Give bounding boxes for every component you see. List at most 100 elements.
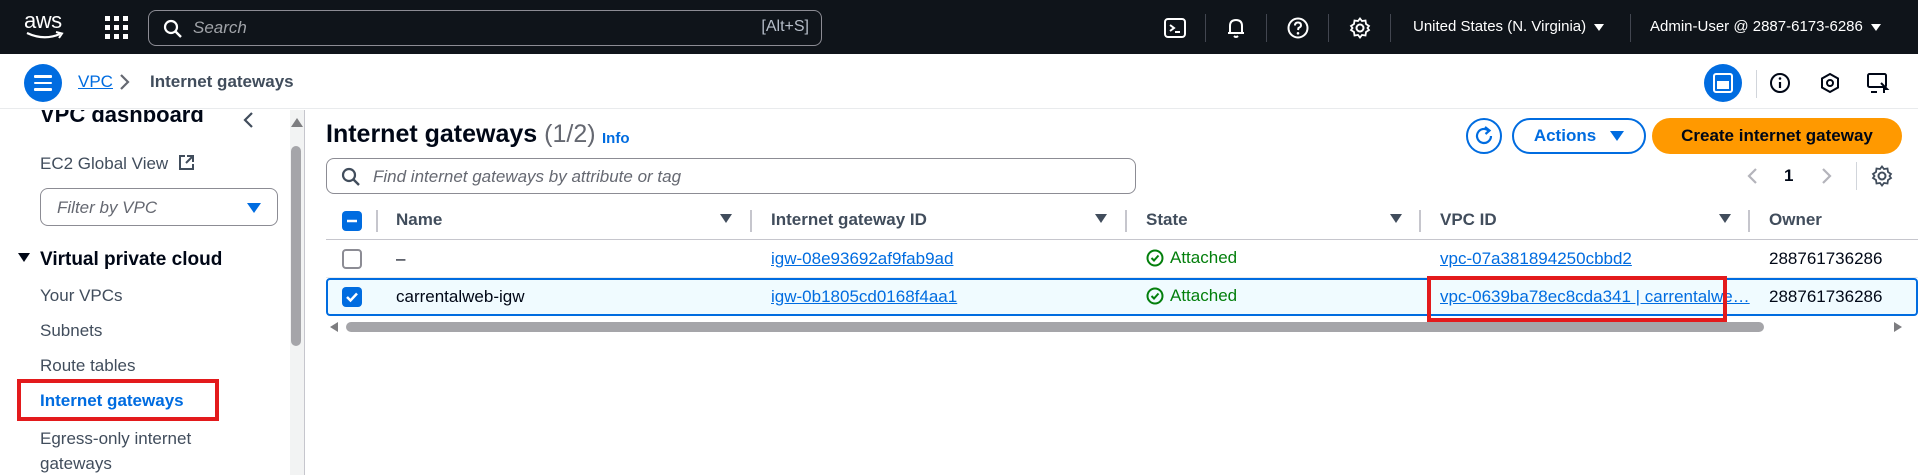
column-header-owner[interactable]: Owner xyxy=(1769,210,1822,230)
column-header-name[interactable]: Name xyxy=(396,210,442,230)
row-checkbox[interactable] xyxy=(342,249,362,269)
cloudshell-icon[interactable] xyxy=(1163,16,1187,40)
sort-caret-icon[interactable] xyxy=(1390,214,1402,223)
cell-internet-gateway-id-link[interactable]: igw-0b1805cd0168f4aa1 xyxy=(771,287,957,307)
nav-separator xyxy=(1328,14,1329,42)
nav-separator xyxy=(1205,14,1206,42)
side-navigation-toggle[interactable] xyxy=(24,64,62,102)
sidebar-item-subnets[interactable]: Subnets xyxy=(40,321,102,341)
pagination-previous-icon[interactable] xyxy=(1746,166,1760,186)
pagination-next-icon[interactable] xyxy=(1820,166,1834,186)
breadcrumb-bar: VPC Internet gateways xyxy=(0,54,1918,109)
success-check-icon xyxy=(1146,287,1164,305)
breadcrumb-current: Internet gateways xyxy=(150,72,294,91)
account-label: Admin-User @ 2887-6173-6286 xyxy=(1650,18,1863,35)
create-internet-gateway-button[interactable]: Create internet gateway xyxy=(1652,118,1902,154)
table-row-selected[interactable]: carrentalweb-igw igw-0b1805cd0168f4aa1 A… xyxy=(326,278,1918,316)
chevron-right-icon xyxy=(120,74,130,90)
selection-count: (1/2) xyxy=(544,120,596,148)
pagination-current-page[interactable]: 1 xyxy=(1784,166,1793,186)
filter-placeholder: Filter by VPC xyxy=(57,198,158,217)
table-row[interactable]: – igw-08e93692af9fab9ad Attached vpc-07a… xyxy=(326,240,1918,278)
cell-state: Attached xyxy=(1146,286,1237,306)
sort-caret-icon[interactable] xyxy=(720,214,732,223)
sidebar-scrollbar[interactable] xyxy=(290,110,304,475)
aws-logo[interactable]: aws xyxy=(24,8,72,42)
feedback-screen-icon[interactable] xyxy=(1862,67,1894,99)
caret-down-icon xyxy=(1594,23,1605,31)
column-divider[interactable] xyxy=(376,210,378,232)
sidebar-item-your-vpcs[interactable]: Your VPCs xyxy=(40,286,123,306)
column-header-vpc-id[interactable]: VPC ID xyxy=(1440,210,1497,230)
nav-separator xyxy=(1266,14,1267,42)
search-icon xyxy=(163,19,182,38)
sort-caret-icon[interactable] xyxy=(1719,214,1731,223)
filter-by-vpc-select[interactable]: Filter by VPC xyxy=(40,188,278,226)
scrollbar-thumb[interactable] xyxy=(346,322,1764,332)
table-horizontal-scrollbar[interactable] xyxy=(326,320,1906,334)
sidebar-item-route-tables[interactable]: Route tables xyxy=(40,356,135,376)
sidebar-section-virtual-private-cloud[interactable]: Virtual private cloud xyxy=(18,249,222,271)
state-label: Attached xyxy=(1170,286,1238,305)
sidebar-item-label: EC2 Global View xyxy=(40,154,169,173)
page-title-text: Internet gateways xyxy=(326,120,538,148)
toolbar-separator xyxy=(1756,70,1757,98)
chevron-left-icon[interactable] xyxy=(242,110,256,130)
main-content: Internet gateways (1/2) Info Actions Cre… xyxy=(306,110,1918,475)
cell-vpc-id-link[interactable]: vpc-07a381894250cbbd2 xyxy=(1440,249,1632,269)
account-menu[interactable]: Admin-User @ 2887-6173-6286 xyxy=(1650,18,1881,35)
table-header: Name Internet gateway ID State VPC ID Ow… xyxy=(326,202,1918,240)
table-filter-input[interactable] xyxy=(373,166,1113,188)
region-selector[interactable]: United States (N. Virginia) xyxy=(1413,18,1605,35)
success-check-icon xyxy=(1146,249,1164,267)
cell-internet-gateway-id-link[interactable]: igw-08e93692af9fab9ad xyxy=(771,249,953,269)
refresh-button[interactable] xyxy=(1466,118,1502,154)
info-link[interactable]: Info xyxy=(602,130,630,147)
column-divider[interactable] xyxy=(1419,210,1421,232)
panel-layout-icon[interactable] xyxy=(1704,64,1742,102)
caret-down-icon xyxy=(18,253,30,263)
sort-caret-icon[interactable] xyxy=(1095,214,1107,223)
scrollbar-thumb[interactable] xyxy=(291,146,301,346)
global-search-input[interactable] xyxy=(193,17,693,39)
table-filter[interactable] xyxy=(326,158,1136,194)
column-divider[interactable] xyxy=(1748,210,1750,232)
search-icon xyxy=(341,167,360,186)
column-header-internet-gateway-id[interactable]: Internet gateway ID xyxy=(771,210,927,230)
actions-button[interactable]: Actions xyxy=(1512,118,1646,154)
security-hexagon-icon[interactable] xyxy=(1814,67,1846,99)
info-icon[interactable] xyxy=(1764,67,1796,99)
breadcrumb-vpc-link[interactable]: VPC xyxy=(78,72,113,92)
sidebar-item-ec2-global-view[interactable]: EC2 Global View xyxy=(40,154,195,174)
search-shortcut: [Alt+S] xyxy=(761,18,809,35)
column-divider[interactable] xyxy=(1125,210,1127,232)
scroll-right-arrow-icon[interactable] xyxy=(1894,322,1902,332)
select-all-checkbox[interactable] xyxy=(342,211,362,231)
table-preferences-gear-icon[interactable] xyxy=(1870,164,1894,188)
help-icon[interactable] xyxy=(1286,16,1310,40)
sidebar-title[interactable]: VPC dashboard xyxy=(40,110,204,128)
settings-gear-icon[interactable] xyxy=(1348,16,1372,40)
cell-state: Attached xyxy=(1146,248,1237,268)
notifications-bell-icon[interactable] xyxy=(1224,16,1248,40)
scroll-up-arrow-icon[interactable] xyxy=(291,118,303,127)
nav-separator xyxy=(1390,14,1391,42)
column-divider[interactable] xyxy=(750,210,752,232)
cell-vpc-id-link[interactable]: vpc-0639ba78ec8cda341 | carrentalwe… xyxy=(1440,287,1750,307)
sidebar-item-egress-only-internet-gateways[interactable]: Egress-only internet gateways xyxy=(40,426,240,475)
nav-separator xyxy=(1630,14,1631,42)
page-title: Internet gateways (1/2) xyxy=(326,120,596,149)
sidebar-item-internet-gateways[interactable]: Internet gateways xyxy=(40,391,184,411)
scroll-left-arrow-icon[interactable] xyxy=(330,322,338,332)
global-search[interactable]: [Alt+S] xyxy=(148,10,822,46)
region-label: United States (N. Virginia) xyxy=(1413,18,1587,35)
caret-down-icon xyxy=(1870,23,1881,31)
services-menu-icon[interactable] xyxy=(104,15,128,39)
sidebar-section-label: Virtual private cloud xyxy=(40,249,223,270)
column-header-state[interactable]: State xyxy=(1146,210,1188,230)
refresh-icon xyxy=(1475,126,1493,145)
cell-owner: 288761736286 xyxy=(1769,287,1883,306)
top-navigation: aws [Alt+S] United State xyxy=(0,0,1918,54)
row-checkbox-checked[interactable] xyxy=(342,287,362,307)
caret-down-icon xyxy=(247,203,261,213)
